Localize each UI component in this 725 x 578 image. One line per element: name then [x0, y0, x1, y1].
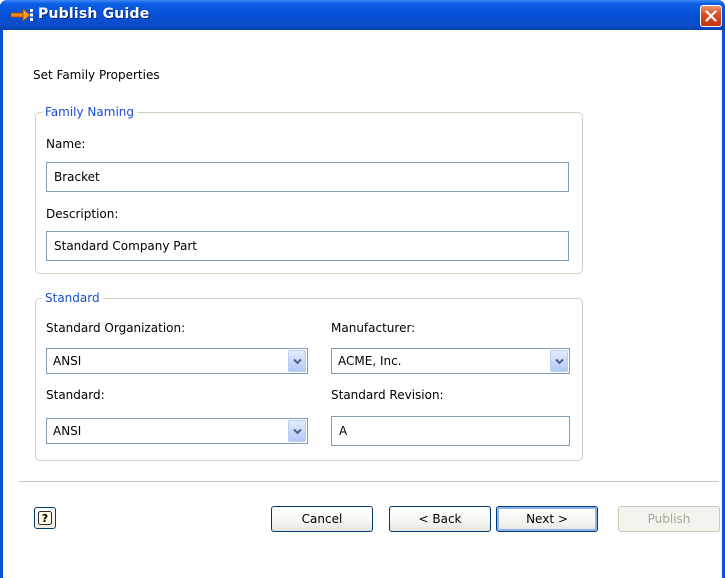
help-button[interactable]: ?	[34, 507, 56, 529]
family-naming-legend: Family Naming	[42, 104, 138, 120]
standard-value: ANSI	[53, 424, 82, 438]
manufacturer-value: ACME, Inc.	[338, 354, 402, 368]
name-label: Name:	[46, 137, 86, 151]
description-label: Description:	[46, 207, 119, 221]
standard-label: Standard:	[46, 388, 105, 402]
dropdown-arrow-button[interactable]	[288, 350, 306, 372]
chevron-down-icon	[555, 358, 564, 365]
standard-organization-select[interactable]: ANSI	[46, 348, 308, 374]
page-heading: Set Family Properties	[33, 68, 160, 82]
publish-guide-window: Publish Guide Set Family Properties Fami…	[0, 0, 725, 578]
standard-revision-field[interactable]: A	[331, 416, 570, 446]
close-button[interactable]	[700, 5, 722, 27]
standard-revision-label: Standard Revision:	[331, 388, 444, 402]
standard-organization-label: Standard Organization:	[46, 321, 186, 335]
chevron-down-icon	[293, 358, 302, 365]
close-icon	[705, 10, 717, 22]
dropdown-arrow-button[interactable]	[550, 350, 568, 372]
chevron-down-icon	[293, 428, 302, 435]
dropdown-arrow-button[interactable]	[288, 420, 306, 442]
cancel-button[interactable]: Cancel	[271, 506, 373, 532]
name-field[interactable]: Bracket	[46, 162, 569, 192]
footer-separator	[19, 481, 719, 482]
publish-button[interactable]: Publish	[618, 506, 720, 532]
title-bar[interactable]: Publish Guide	[0, 0, 725, 30]
description-field[interactable]: Standard Company Part	[46, 231, 569, 261]
standard-select[interactable]: ANSI	[46, 418, 308, 444]
svg-text:?: ?	[42, 512, 48, 525]
manufacturer-select[interactable]: ACME, Inc.	[331, 348, 570, 374]
window-title: Publish Guide	[38, 6, 150, 22]
back-button[interactable]: < Back	[389, 506, 491, 532]
help-icon: ?	[38, 511, 52, 525]
publish-arrow-icon	[10, 6, 36, 24]
standard-legend: Standard	[42, 290, 103, 306]
next-button[interactable]: Next >	[496, 506, 598, 532]
dialog-body: Set Family Properties Family Naming Name…	[3, 30, 722, 578]
manufacturer-label: Manufacturer:	[331, 321, 416, 335]
standard-organization-value: ANSI	[53, 354, 82, 368]
